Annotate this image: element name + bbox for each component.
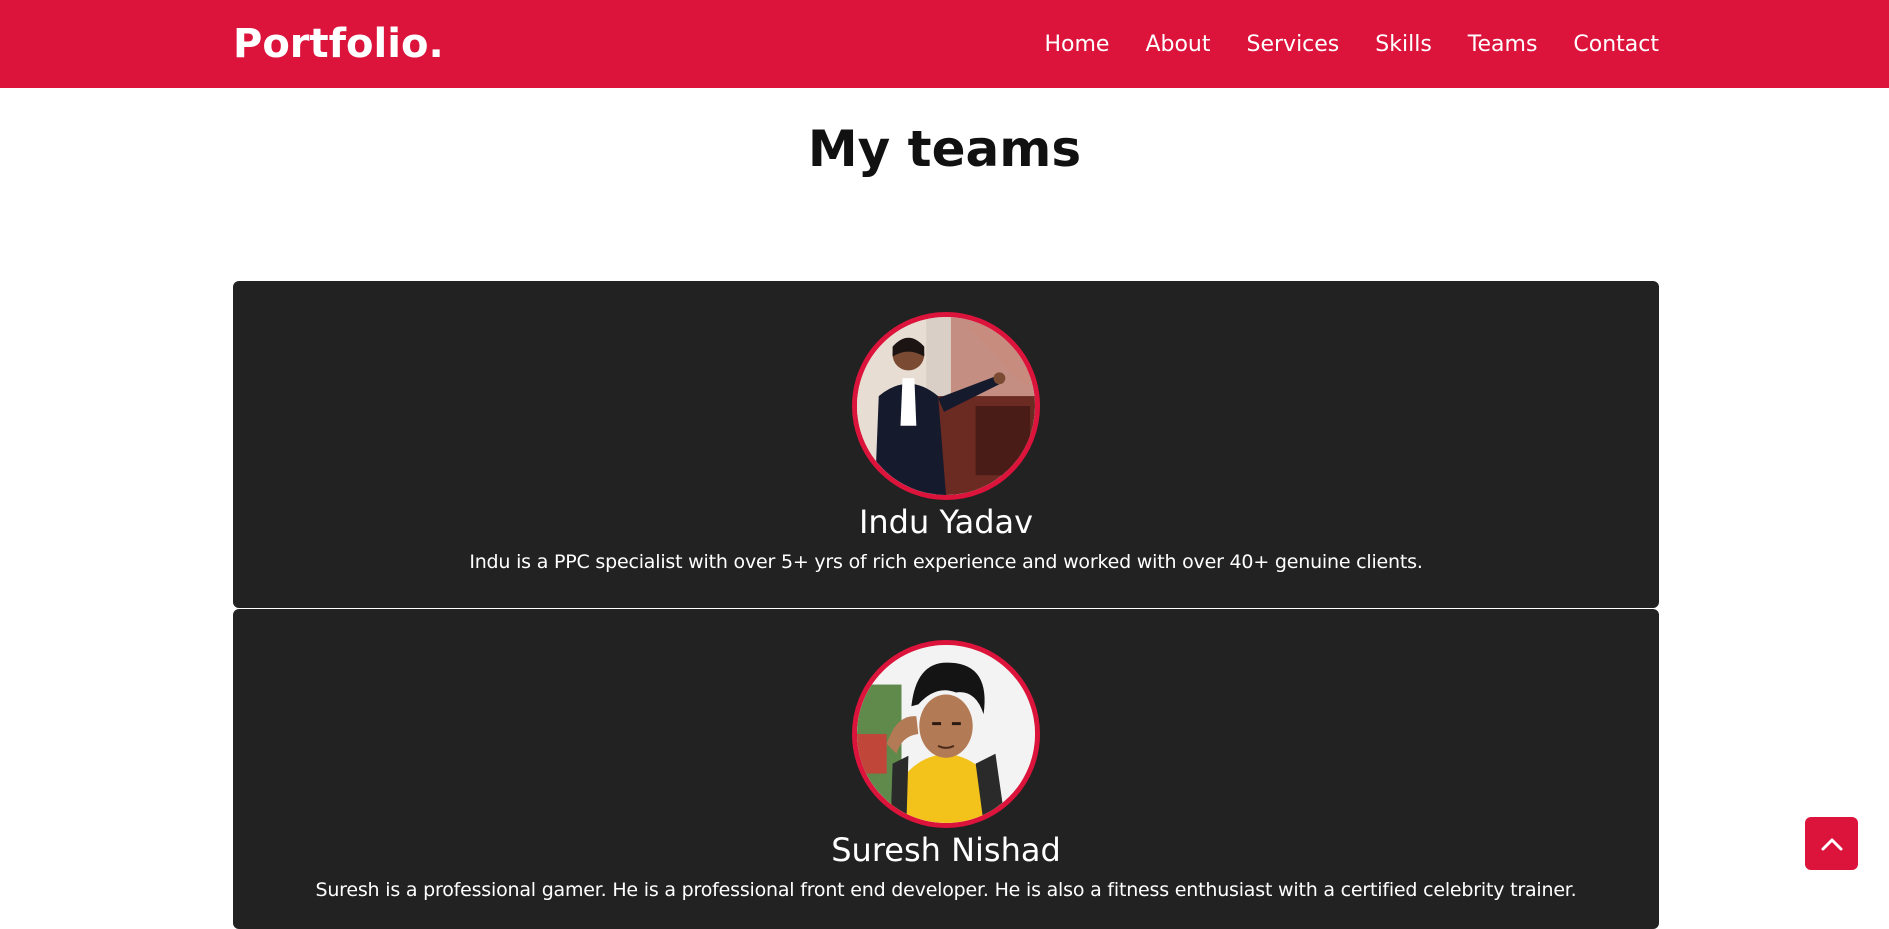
chevron-up-icon bbox=[1821, 838, 1842, 850]
logo[interactable]: Portfolio. bbox=[233, 21, 444, 67]
nav-item-home: Home bbox=[1044, 32, 1109, 57]
avatar-photo bbox=[857, 317, 1035, 495]
nav-link-about[interactable]: About bbox=[1145, 32, 1210, 57]
team-list: Indu Yadav Indu is a PPC specialist with… bbox=[233, 281, 1659, 929]
nav-item-about: About bbox=[1145, 32, 1210, 57]
member-bio: Suresh is a professional gamer. He is a … bbox=[315, 879, 1577, 901]
avatar bbox=[852, 640, 1040, 828]
nav-item-services: Services bbox=[1247, 32, 1340, 57]
section-title: My teams bbox=[807, 120, 1082, 178]
navbar: Portfolio. Home About Services Skills Te… bbox=[0, 0, 1889, 88]
nav-link-home[interactable]: Home bbox=[1044, 32, 1109, 57]
logo-text: Portfolio bbox=[233, 21, 429, 67]
member-name: Suresh Nishad bbox=[831, 831, 1061, 869]
navbar-inner: Portfolio. Home About Services Skills Te… bbox=[233, 0, 1659, 88]
logo-dot: . bbox=[428, 21, 444, 67]
team-card: Suresh Nishad Suresh is a professional g… bbox=[233, 609, 1659, 929]
nav-menu: Home About Services Skills Teams Contact bbox=[1008, 32, 1659, 57]
nav-item-contact: Contact bbox=[1573, 32, 1659, 57]
avatar bbox=[852, 312, 1040, 500]
scroll-top-button[interactable] bbox=[1805, 817, 1858, 870]
nav-link-contact[interactable]: Contact bbox=[1573, 32, 1659, 57]
avatar-photo bbox=[857, 645, 1035, 823]
nav-item-teams: Teams bbox=[1468, 32, 1538, 57]
nav-link-teams[interactable]: Teams bbox=[1468, 32, 1538, 57]
member-bio: Indu is a PPC specialist with over 5+ yr… bbox=[469, 551, 1423, 573]
team-card: Indu Yadav Indu is a PPC specialist with… bbox=[233, 281, 1659, 608]
member-name: Indu Yadav bbox=[858, 503, 1034, 541]
nav-link-services[interactable]: Services bbox=[1247, 32, 1340, 57]
nav-link-skills[interactable]: Skills bbox=[1375, 32, 1432, 57]
nav-item-skills: Skills bbox=[1375, 32, 1432, 57]
